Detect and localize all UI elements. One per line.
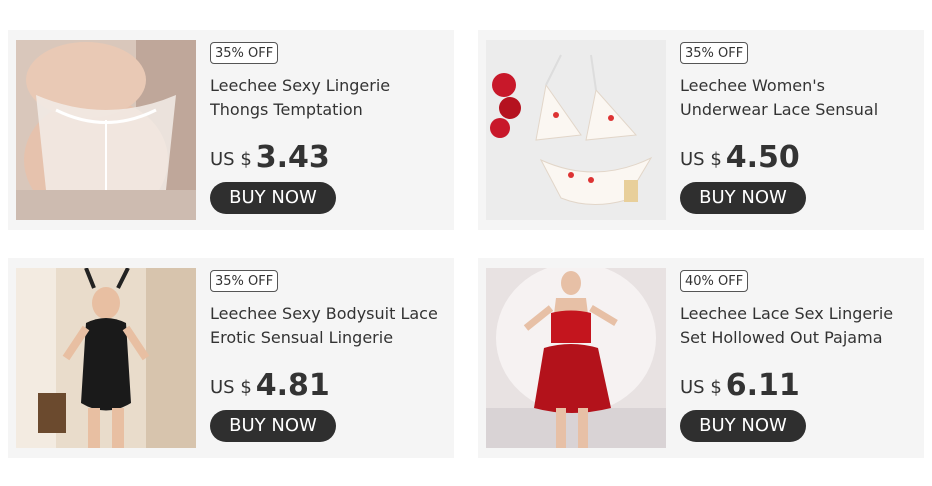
currency-label: US $ (210, 149, 252, 170)
discount-badge: 40% OFF (680, 270, 749, 292)
product-grid: 35% OFF Leechee Sexy Lingerie Thongs Tem… (0, 0, 932, 486)
product-card[interactable]: 40% OFF Leechee Lace Sex Lingerie Set Ho… (478, 258, 924, 458)
product-card[interactable]: 35% OFF Leechee Sexy Bodysuit Lace Eroti… (8, 258, 454, 458)
buy-now-button[interactable]: BUY NOW (210, 410, 336, 442)
product-price: US $4.81 (210, 368, 330, 403)
price-amount: 6.11 (725, 368, 800, 403)
discount-badge: 35% OFF (680, 42, 749, 64)
lace-thong-photo (16, 40, 196, 220)
product-price: US $6.11 (680, 368, 800, 403)
product-image[interactable] (486, 40, 666, 220)
product-image[interactable] (16, 40, 196, 220)
product-title[interactable]: Leechee Lace Sex Lingerie Set Hollowed O… (680, 302, 916, 350)
product-card[interactable]: 35% OFF Leechee Sexy Lingerie Thongs Tem… (8, 30, 454, 230)
price-amount: 4.50 (725, 140, 800, 175)
discount-badge: 35% OFF (210, 270, 279, 292)
product-image[interactable] (16, 268, 196, 448)
currency-label: US $ (680, 149, 722, 170)
product-title[interactable]: Leechee Sexy Bodysuit Lace Erotic Sensua… (210, 302, 446, 350)
buy-now-button[interactable]: BUY NOW (680, 410, 806, 442)
red-lace-pajama-photo (486, 268, 666, 448)
product-price: US $4.50 (680, 140, 800, 175)
floral-lingerie-set-photo (486, 40, 666, 220)
buy-now-button[interactable]: BUY NOW (680, 182, 806, 214)
product-price: US $3.43 (210, 140, 330, 175)
product-title[interactable]: Leechee Women's Underwear Lace Sensual L… (680, 74, 916, 122)
discount-badge: 35% OFF (210, 42, 279, 64)
currency-label: US $ (210, 377, 252, 398)
product-image[interactable] (486, 268, 666, 448)
price-amount: 4.81 (255, 368, 330, 403)
product-title[interactable]: Leechee Sexy Lingerie Thongs Temptation … (210, 74, 446, 122)
buy-now-button[interactable]: BUY NOW (210, 182, 336, 214)
product-card[interactable]: 35% OFF Leechee Women's Underwear Lace S… (478, 30, 924, 230)
currency-label: US $ (680, 377, 722, 398)
price-amount: 3.43 (255, 140, 330, 175)
black-lace-bodysuit-photo (16, 268, 196, 448)
